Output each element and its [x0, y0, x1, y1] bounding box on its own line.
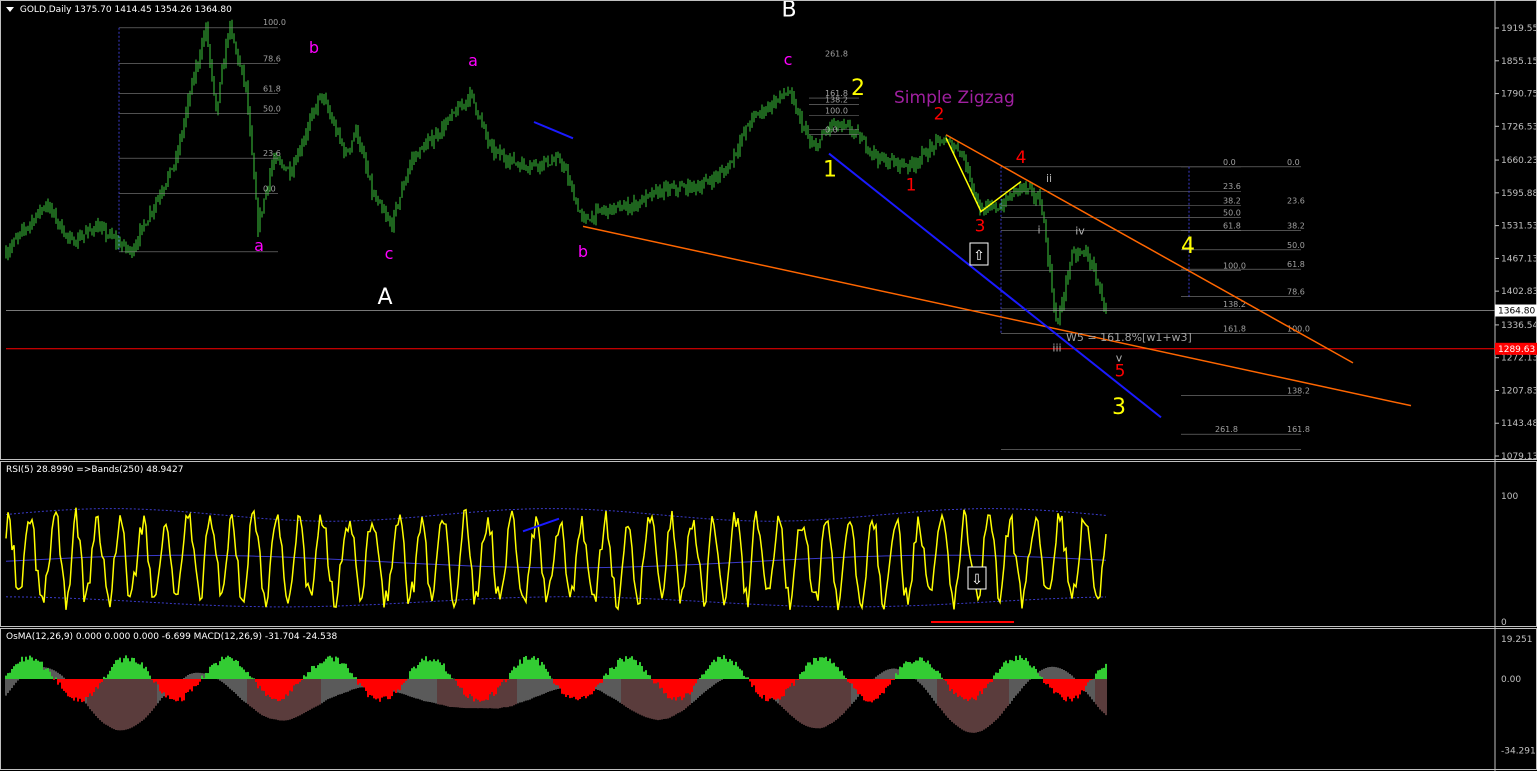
price-tick-label: 1855.15 [1501, 57, 1537, 67]
lower-trendline [582, 225, 1412, 407]
price-tick-label: 1595.88 [1501, 189, 1537, 199]
up-arrow-icon: ⇧ [973, 248, 985, 264]
wave-label: i [1037, 224, 1040, 237]
wave-label: A [377, 285, 392, 310]
chart-header: GOLD,Daily 1375.70 1414.45 1354.26 1364.… [6, 5, 232, 15]
rsi-chart[interactable]: ⇩ 100 0 [1, 462, 1537, 628]
fib-label: 61.8 [263, 84, 281, 93]
fib-label: 138.2 [1287, 386, 1310, 395]
simple-zigzag-label: Simple Zigzag [894, 88, 1015, 108]
ohlc-values: 1375.70 1414.45 1354.26 1364.80 [74, 5, 232, 15]
wave-label: 5 [1115, 362, 1126, 382]
fib-label: 0.0 [1287, 158, 1300, 167]
fib-label: 161.8 [1287, 425, 1310, 434]
fib-label: 161.8 [1223, 324, 1246, 333]
fib-label: 38.2 [1223, 197, 1241, 206]
blue-trendline [828, 152, 1162, 419]
fib-label: 38.2 [1287, 221, 1305, 230]
line-price-label: 1289.63 [1498, 345, 1535, 355]
symbol-label: GOLD,Daily [19, 5, 72, 15]
fib-label: 23.6 [1287, 197, 1305, 206]
fib-label: 261.8 [825, 49, 848, 58]
fib-label: 61.8 [1223, 221, 1241, 230]
wave-label: iv [1075, 225, 1085, 238]
price-tick-label: 1336.54 [1501, 321, 1537, 331]
fib-label: 50.0 [263, 104, 281, 113]
macd-header: OsMA(12,26,9) 0.000 0.000 0.000 -6.699 M… [6, 632, 338, 642]
fib-label: 23.6 [263, 149, 281, 158]
down-arrow-icon: ⇩ [971, 572, 983, 588]
fib-label: 50.0 [1223, 209, 1241, 218]
macd-chart[interactable]: 19.251 0.00 -34.291 [1, 629, 1537, 771]
wave-label: 4 [1016, 148, 1027, 168]
wave-label: c [784, 50, 793, 69]
wave-label: 3 [975, 216, 986, 236]
fib-label: 261.8 [1215, 425, 1238, 434]
wave-label: c [385, 244, 394, 263]
fib-label: 61.8 [1287, 260, 1305, 269]
price-chart[interactable]: 100.078.661.850.023.60.0261.8161.8138.21… [1, 1, 1537, 461]
wave-label: 4 [1181, 234, 1195, 259]
fib-label: 78.6 [263, 54, 281, 63]
rsi-tick-label: 100 [1501, 492, 1518, 502]
wave-label: a [468, 51, 478, 70]
price-tick-label: 1531.53 [1501, 222, 1537, 232]
price-tick-label: 1207.83 [1501, 386, 1537, 396]
price-tick-label: 1402.83 [1501, 287, 1537, 297]
fib-label: 0.0 [825, 126, 838, 135]
macd-tick-label: -34.291 [1501, 746, 1536, 756]
macd-tick-label: 0.00 [1501, 675, 1521, 685]
macd-tick-label: 19.251 [1501, 635, 1533, 645]
rsi-line [5, 507, 1107, 611]
wave-label: b [309, 38, 319, 57]
wave-label: 3 [1112, 395, 1126, 420]
wave-label: iii [1052, 342, 1061, 355]
price-tick-label: 1143.48 [1501, 419, 1537, 429]
fib-label: 78.6 [1287, 288, 1305, 297]
price-tick-label: 1660.23 [1501, 156, 1537, 166]
wave-label: 1 [906, 176, 917, 196]
rsi-indicator-pane[interactable]: ⇩ 100 0 RSI(5) 28.8990 =>Bands(250) 48.942… [0, 461, 1537, 628]
fib-label: 138.2 [825, 96, 848, 105]
price-tick-label: 1079.13 [1501, 452, 1537, 461]
blue-short-line [533, 121, 574, 140]
fib-label: 100.0 [1223, 262, 1246, 271]
price-tick-label: 1790.75 [1501, 90, 1537, 100]
wave-label: ii [1046, 172, 1052, 185]
price-tick-label: 1726.53 [1501, 122, 1537, 132]
macd-indicator-pane[interactable]: 19.251 0.00 -34.291 OsMA(12,26,9) 0.000 0.… [0, 628, 1537, 771]
rsi-tick-label: 0 [1501, 618, 1507, 628]
rsi-header: RSI(5) 28.8990 =>Bands(250) 48.9427 [6, 465, 184, 475]
wave-label: b [578, 242, 588, 261]
wave-label: v [1116, 351, 1123, 364]
w5-projection-note: W5 = 161.8%[w1+w3] [1066, 331, 1192, 344]
rsi-lower-band [5, 596, 1107, 608]
wave-label: a [254, 236, 264, 255]
wave-label: 1 [823, 157, 837, 182]
current-price-label: 1364.80 [1498, 307, 1535, 317]
fib-label: 100.0 [263, 18, 286, 27]
dropdown-triangle-icon[interactable] [6, 7, 14, 12]
price-tick-label: 1272.13 [1501, 354, 1537, 364]
fib-label: 100.0 [825, 106, 848, 115]
fib-label: 23.6 [1223, 182, 1241, 191]
rsi-blue-line [522, 517, 560, 533]
fib-label: 50.0 [1287, 241, 1305, 250]
fib-label: 0.0 [263, 184, 276, 193]
price-tick-label: 1919.55 [1501, 24, 1537, 34]
wave-label: B [781, 1, 796, 23]
wave-label: 2 [851, 76, 865, 101]
price-tick-label: 1467.13 [1501, 254, 1537, 264]
price-chart-pane[interactable]: 100.0 78.6 61.8 50.0 23.6 0.0 261.8 161.8 138.2 1… [0, 0, 1537, 461]
fib-label: 0.0 [1223, 158, 1236, 167]
